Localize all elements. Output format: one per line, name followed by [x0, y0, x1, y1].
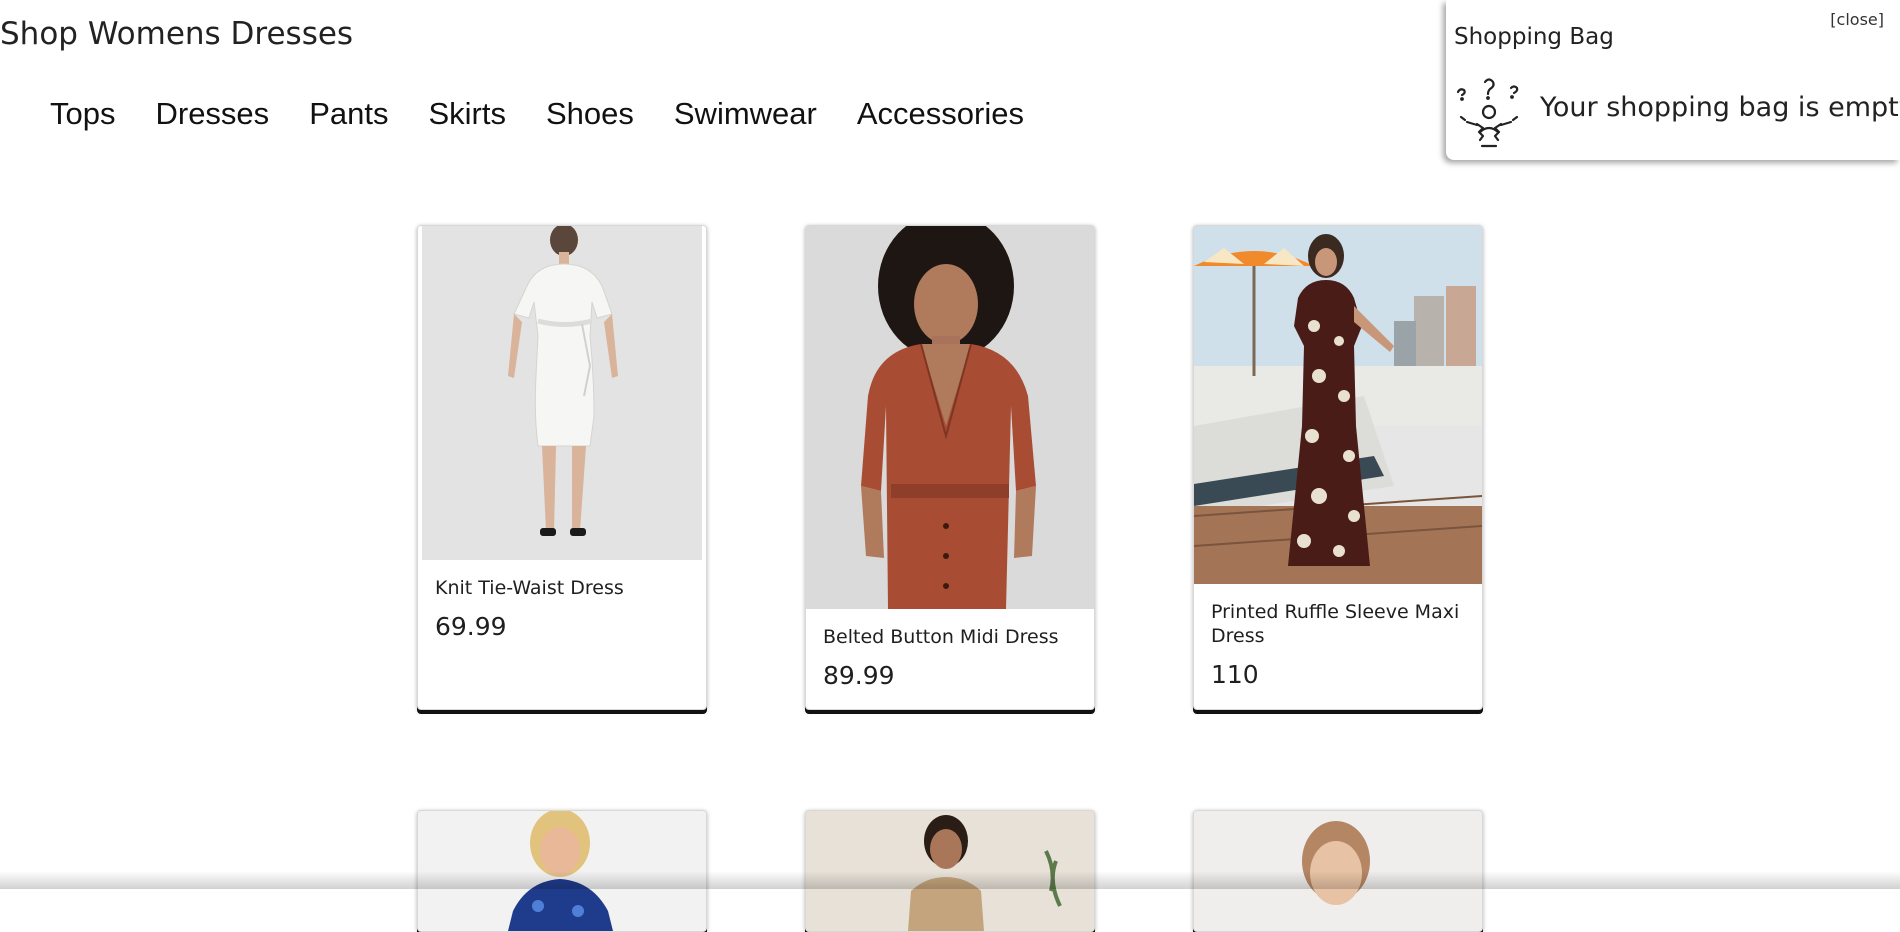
- nav-item-tops[interactable]: Tops: [50, 96, 115, 132]
- product-card[interactable]: Knit Tie-Waist Dress 69.99: [417, 225, 707, 710]
- product-name[interactable]: Belted Button Midi Dress: [806, 625, 1094, 649]
- product-image[interactable]: [1194, 226, 1482, 584]
- floral-maxi-dress-photo: [1194, 226, 1482, 584]
- nav-item-pants[interactable]: Pants: [309, 96, 388, 132]
- product-price: 110: [1211, 660, 1259, 689]
- product-price: 69.99: [435, 612, 507, 641]
- bag-close-button[interactable]: [close]: [1830, 10, 1884, 29]
- bag-empty-message: Your shopping bag is empty!: [1540, 92, 1900, 123]
- white-dress-photo: [422, 226, 702, 560]
- confused-person-icon: [1454, 74, 1524, 148]
- product-price: 89.99: [823, 661, 895, 690]
- nav-item-dresses[interactable]: Dresses: [155, 96, 269, 132]
- product-image[interactable]: [418, 226, 706, 560]
- product-card[interactable]: Belted Button Midi Dress 89.99: [805, 225, 1095, 710]
- nav-item-shoes[interactable]: Shoes: [546, 96, 634, 132]
- product-image[interactable]: [806, 226, 1094, 609]
- product-name[interactable]: Printed Ruffle Sleeve Maxi Dress: [1194, 600, 1482, 648]
- bag-title: Shopping Bag: [1454, 24, 1614, 50]
- page-bottom-shadow: [0, 871, 1900, 889]
- nav-item-swimwear[interactable]: Swimwear: [674, 96, 817, 132]
- category-nav: Tops Dresses Pants Skirts Shoes Swimwear…: [50, 96, 1064, 132]
- nav-item-skirts[interactable]: Skirts: [428, 96, 506, 132]
- page-title: Shop Womens Dresses: [0, 16, 354, 52]
- product-name[interactable]: Knit Tie-Waist Dress: [418, 576, 706, 600]
- nav-item-accessories[interactable]: Accessories: [857, 96, 1024, 132]
- product-card[interactable]: Printed Ruffle Sleeve Maxi Dress 110: [1193, 225, 1483, 710]
- rust-dress-photo: [806, 226, 1094, 609]
- shopping-bag-panel: [close] Shopping Bag Your shopping bag i…: [1446, 0, 1900, 160]
